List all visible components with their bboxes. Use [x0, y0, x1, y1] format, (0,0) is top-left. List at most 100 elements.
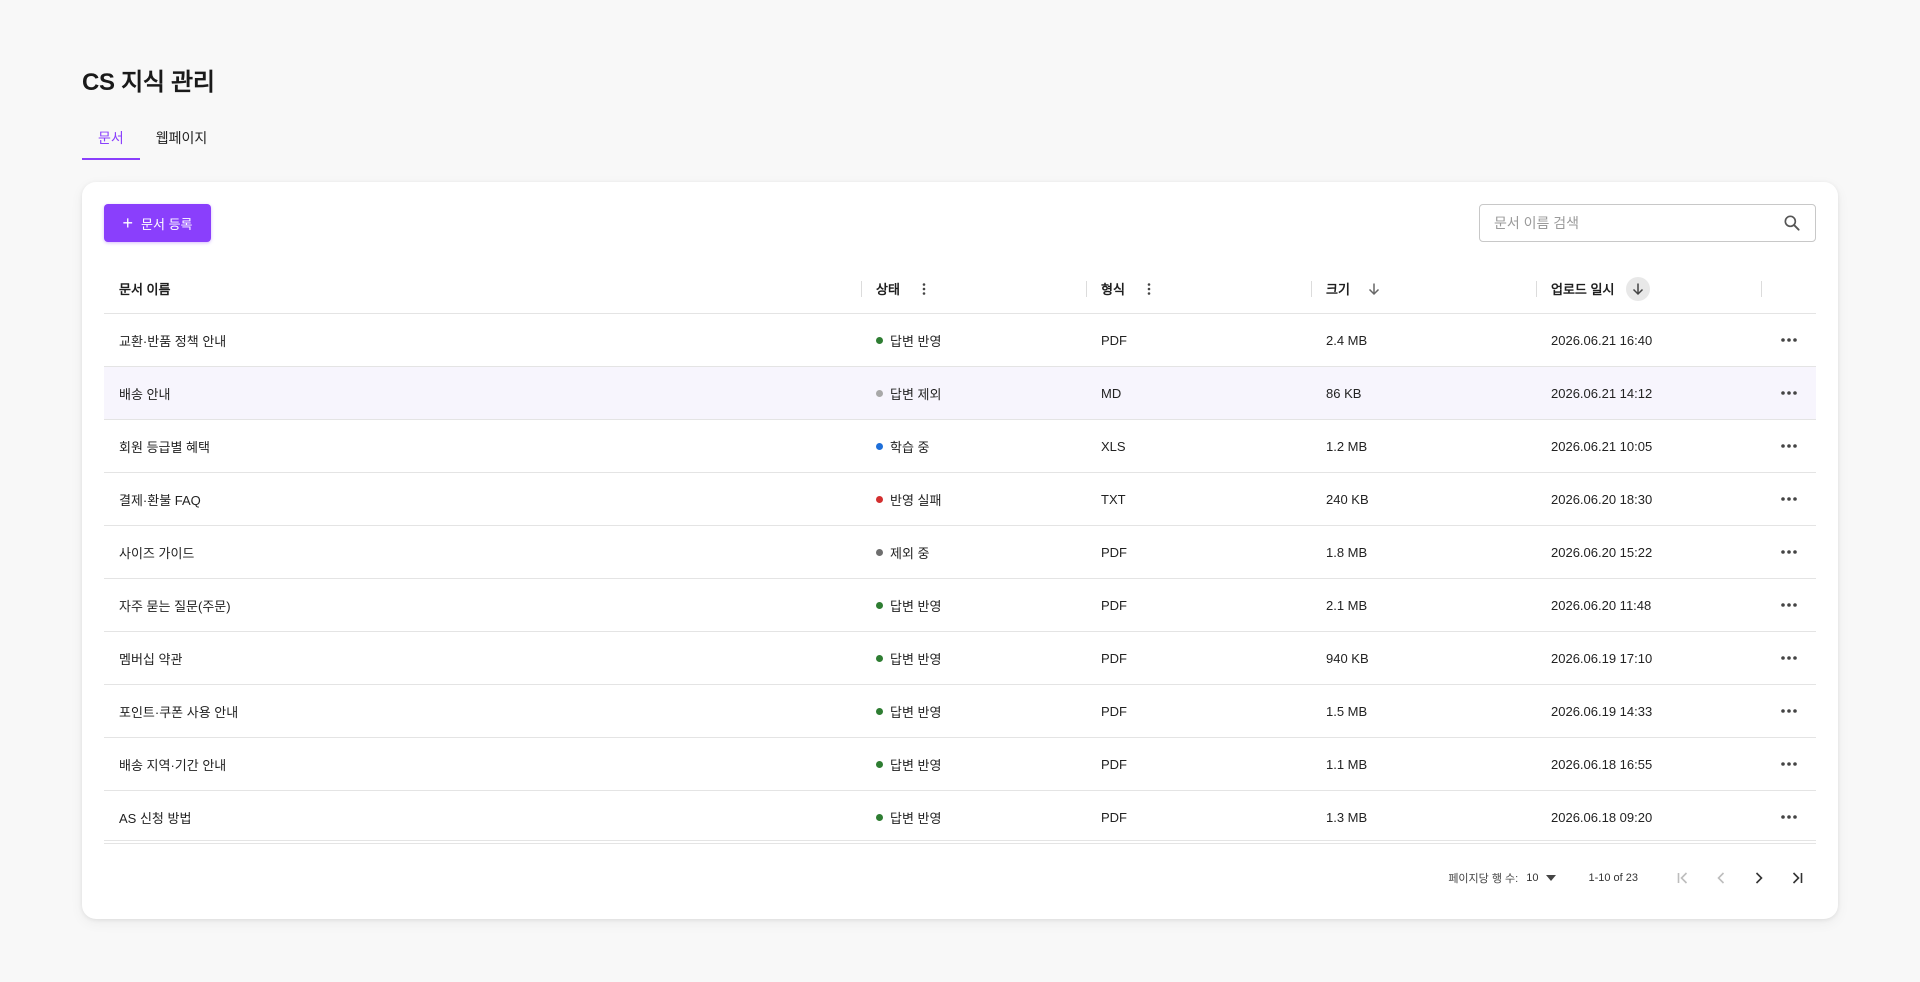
- table-row[interactable]: 회원 등급별 혜택 학습 중 XLS 1.2 MB 2026.06.21 10:05: [104, 420, 1816, 473]
- cell-size: 1.3 MB: [1326, 809, 1368, 825]
- tab-webpages[interactable]: 웹페이지: [140, 118, 224, 160]
- cell-status: 답변 반영: [861, 685, 1086, 737]
- cell-size: 1.2 MB: [1326, 438, 1368, 454]
- more-actions-icon[interactable]: [1761, 314, 1816, 366]
- status-dot: [876, 813, 883, 821]
- pagination: 페이지당 행 수: 10 1-10 of 23: [1448, 860, 1816, 896]
- rows-per-page-select[interactable]: 10: [1526, 872, 1557, 884]
- search-input[interactable]: [1494, 215, 1781, 231]
- cell-name: 사이즈 가이드: [104, 526, 861, 578]
- cell-status: 답변 제외: [861, 367, 1086, 419]
- status-dot: [876, 442, 883, 450]
- status-dot: [876, 548, 883, 556]
- cell-name: 멤버십 약관: [104, 632, 861, 684]
- more-actions-icon[interactable]: [1761, 526, 1816, 578]
- column-menu-icon[interactable]: [1137, 277, 1161, 301]
- cell-name: AS 신청 방법: [104, 791, 861, 843]
- sort-arrow-down-icon[interactable]: [1362, 277, 1386, 301]
- column-header-format[interactable]: 형식: [1086, 264, 1311, 313]
- table-footer-divider: [104, 840, 1816, 841]
- column-menu-icon[interactable]: [912, 277, 936, 301]
- table-row[interactable]: 배송 안내 답변 제외 MD 86 KB 2026.06.21 14:12: [104, 367, 1816, 420]
- table-row[interactable]: 사이즈 가이드 제외 중 PDF 1.8 MB 2026.06.20 15:22: [104, 526, 1816, 579]
- table-row[interactable]: AS 신청 방법 답변 반영 PDF 1.3 MB 2026.06.18 09:20: [104, 791, 1816, 844]
- document-name[interactable]: 사이즈 가이드: [119, 543, 194, 562]
- status-dot: [876, 389, 883, 397]
- previous-page-icon[interactable]: [1702, 860, 1740, 896]
- status-dot: [876, 707, 883, 715]
- document-name[interactable]: 배송 지역·기간 안내: [119, 755, 226, 774]
- column-header-name[interactable]: 문서 이름: [104, 264, 861, 313]
- status-dot: [876, 495, 883, 503]
- document-name[interactable]: 포인트·쿠폰 사용 안내: [119, 702, 238, 721]
- table-row[interactable]: 배송 지역·기간 안내 답변 반영 PDF 1.1 MB 2026.06.18 16:5…: [104, 738, 1816, 791]
- sort-arrow-down-icon[interactable]: [1626, 276, 1651, 301]
- column-header-size[interactable]: 크기: [1311, 264, 1536, 313]
- more-actions-icon[interactable]: [1761, 367, 1816, 419]
- cell-size: 240 KB: [1326, 491, 1369, 507]
- next-page-icon[interactable]: [1740, 860, 1778, 896]
- cell-size: 1.8 MB: [1326, 544, 1368, 560]
- cell-uploaded: 2026.06.21 14:12: [1551, 385, 1653, 401]
- document-name[interactable]: 교환·반품 정책 안내: [119, 331, 226, 350]
- add-document-button[interactable]: + 문서 등록: [104, 204, 211, 242]
- cell-status: 답변 반영: [861, 632, 1086, 684]
- document-name[interactable]: 자주 묻는 질문(주문): [119, 596, 231, 615]
- document-name[interactable]: 회원 등급별 혜택: [119, 437, 210, 456]
- column-label-status: 상태: [876, 282, 900, 297]
- more-actions-icon[interactable]: [1761, 685, 1816, 737]
- cell-format: PDF: [1101, 703, 1127, 719]
- cell-format: PDF: [1101, 544, 1127, 560]
- cell-uploaded: 2026.06.20 18:30: [1551, 491, 1653, 507]
- table-row[interactable]: 포인트·쿠폰 사용 안내 답변 반영 PDF 1.5 MB 2026.06.19 14:…: [104, 685, 1816, 738]
- page: CS 지식 관리 문서 웹페이지 + 문서 등록 문서 이름 상태: [0, 0, 1920, 982]
- cell-name: 회원 등급별 혜택: [104, 420, 861, 472]
- table-row[interactable]: 자주 묻는 질문(주문) 답변 반영 PDF 2.1 MB 2026.06.20 11:…: [104, 579, 1816, 632]
- column-label-uploaded: 업로드 일시: [1551, 282, 1615, 297]
- more-actions-icon[interactable]: [1761, 420, 1816, 472]
- column-header-uploaded[interactable]: 업로드 일시: [1536, 264, 1761, 313]
- table-row[interactable]: 결제·환불 FAQ 반영 실패 TXT 240 KB 2026.06.20 18:30: [104, 473, 1816, 526]
- tab-bar: 문서 웹페이지: [82, 118, 223, 160]
- cell-format: PDF: [1101, 597, 1127, 613]
- tab-documents[interactable]: 문서: [82, 118, 140, 160]
- search-box: [1479, 204, 1816, 242]
- status-dot: [876, 336, 883, 344]
- first-page-icon[interactable]: [1664, 860, 1702, 896]
- cell-format: PDF: [1101, 809, 1127, 825]
- more-actions-icon[interactable]: [1761, 632, 1816, 684]
- document-name[interactable]: AS 신청 방법: [119, 808, 191, 827]
- cell-status: 학습 중: [861, 420, 1086, 472]
- cell-size: 86 KB: [1326, 385, 1362, 401]
- cell-uploaded: 2026.06.19 17:10: [1551, 650, 1653, 666]
- cell-status: 답변 반영: [861, 579, 1086, 631]
- search-icon[interactable]: [1781, 212, 1803, 234]
- status-text: 답변 반영: [890, 704, 942, 720]
- cell-format: XLS: [1101, 438, 1126, 454]
- more-actions-icon[interactable]: [1761, 579, 1816, 631]
- cell-format: PDF: [1101, 650, 1127, 666]
- more-actions-icon[interactable]: [1761, 791, 1816, 843]
- column-label-size: 크기: [1326, 282, 1350, 297]
- more-actions-icon[interactable]: [1761, 473, 1816, 525]
- status-text: 반영 실패: [890, 492, 942, 508]
- cell-status: 제외 중: [861, 526, 1086, 578]
- status-text: 답변 제외: [890, 386, 942, 402]
- documents-table: 문서 이름 상태 형식 크기 업로드 일시 교환·반품 정책 안내 답변 반영 …: [104, 264, 1816, 844]
- table-body: 교환·반품 정책 안내 답변 반영 PDF 2.4 MB 2026.06.21 16:4…: [104, 314, 1816, 844]
- status-text: 학습 중: [890, 439, 930, 455]
- cell-status: 답변 반영: [861, 791, 1086, 843]
- status-text: 답변 반영: [890, 757, 942, 773]
- status-text: 답변 반영: [890, 333, 942, 349]
- document-name[interactable]: 배송 안내: [119, 384, 170, 403]
- document-name[interactable]: 결제·환불 FAQ: [119, 490, 201, 509]
- table-row[interactable]: 멤버십 약관 답변 반영 PDF 940 KB 2026.06.19 17:10: [104, 632, 1816, 685]
- add-document-label: 문서 등록: [141, 216, 193, 232]
- last-page-icon[interactable]: [1778, 860, 1816, 896]
- column-header-status[interactable]: 상태: [861, 264, 1086, 313]
- more-actions-icon[interactable]: [1761, 738, 1816, 790]
- table-row[interactable]: 교환·반품 정책 안내 답변 반영 PDF 2.4 MB 2026.06.21 16:4…: [104, 314, 1816, 367]
- cell-status: 답변 반영: [861, 314, 1086, 366]
- document-name[interactable]: 멤버십 약관: [119, 649, 182, 668]
- cell-status: 답변 반영: [861, 738, 1086, 790]
